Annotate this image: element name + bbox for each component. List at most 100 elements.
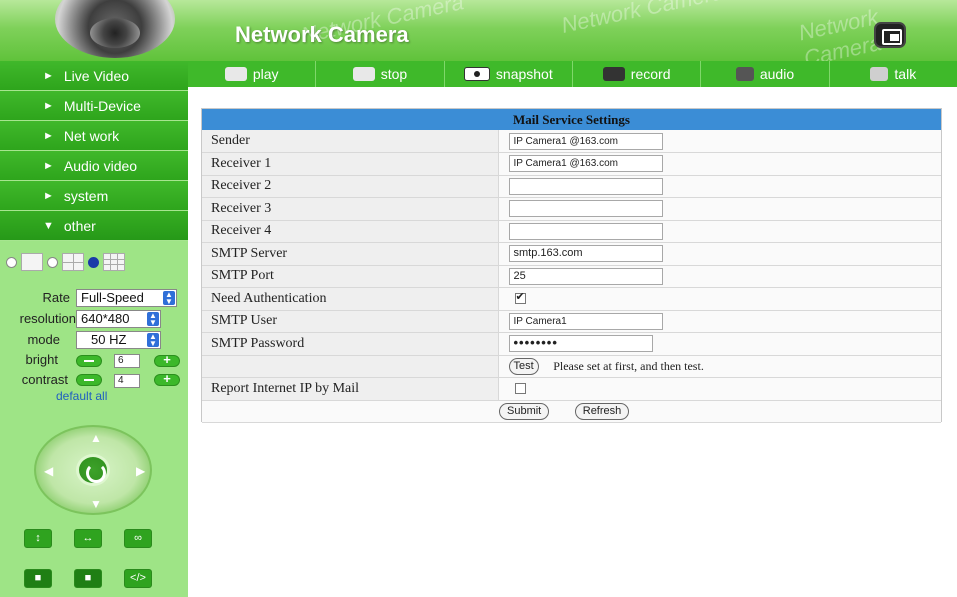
receiver-1-input[interactable]: IP Camera1 @163.com xyxy=(508,155,663,173)
smtp-password-label: SMTP Password xyxy=(202,332,499,356)
ptz-control-pad[interactable]: ▲ ▼ ◀ ▶ xyxy=(34,425,152,515)
view-layout-selector xyxy=(6,251,184,273)
smtp-user-input[interactable]: IP Camera1 xyxy=(508,312,663,330)
report-ip-checkbox[interactable] xyxy=(514,383,526,395)
ptz-right-icon[interactable]: ▶ xyxy=(136,464,145,478)
resolution-select[interactable]: 640*480 ▲ ▼ xyxy=(76,310,161,328)
horizontal-flip-button[interactable]: ↔ xyxy=(74,529,102,548)
arrow-right-icon: ► xyxy=(43,69,54,82)
receiver-3-label: Receiver 3 xyxy=(202,197,499,221)
receiver-2-label: Receiver 2 xyxy=(202,175,499,198)
smtp-port-input[interactable]: 25 xyxy=(508,267,663,285)
sender-label: Sender xyxy=(202,130,499,153)
layout-1-radio[interactable] xyxy=(6,256,17,268)
video-toolbar: play stop snapshot record audio talk xyxy=(188,61,957,87)
layout-9-radio[interactable] xyxy=(88,256,99,268)
talk-icon xyxy=(870,67,889,81)
header-banner: Network Camera Network Camera Network Ca… xyxy=(0,0,957,62)
talk-button[interactable]: talk xyxy=(830,61,957,87)
record-icon xyxy=(602,67,625,81)
table-row: Receiver 4 xyxy=(202,220,941,243)
resolution-label: resolution xyxy=(19,311,76,326)
fullscreen-icon[interactable] xyxy=(874,22,906,48)
table-row: SMTP Password •••••••• xyxy=(202,332,941,356)
quad-view-icon xyxy=(62,253,84,271)
receiver-4-label: Receiver 4 xyxy=(202,220,499,243)
mode-label: mode xyxy=(27,332,60,347)
bright-increase-button[interactable] xyxy=(154,352,180,367)
nine-view-icon xyxy=(103,253,125,271)
bright-value[interactable]: 6 xyxy=(114,354,140,368)
arrow-right-icon: ► xyxy=(43,159,54,172)
ptz-center-icon[interactable] xyxy=(76,454,110,486)
contrast-increase-button[interactable] xyxy=(154,371,180,386)
mail-settings-panel: Mail Service Settings Sender IP Camera1 … xyxy=(201,108,942,423)
audio-icon xyxy=(735,67,754,81)
vertical-flip-button[interactable]: ↕ xyxy=(24,529,52,548)
table-row: Report Internet IP by Mail xyxy=(202,377,941,401)
table-row: Receiver 3 xyxy=(202,197,941,221)
arrow-right-icon: ► xyxy=(43,99,54,112)
table-row: SMTP Port 25 xyxy=(202,265,941,288)
sidebar-item-multi-device[interactable]: ► Multi-Device xyxy=(0,91,188,121)
receiver-2-input[interactable] xyxy=(508,177,663,195)
audio-button[interactable]: audio xyxy=(701,61,830,87)
smtp-port-label: SMTP Port xyxy=(202,265,499,288)
need-auth-checkbox[interactable] xyxy=(514,290,526,305)
single-view-icon xyxy=(21,253,43,271)
bright-label: bright xyxy=(25,352,58,367)
ptz-down-icon[interactable]: ▼ xyxy=(90,497,102,511)
sidebar-item-other[interactable]: ▼ other xyxy=(0,211,188,241)
bright-decrease-button[interactable] xyxy=(76,355,102,367)
table-row: SMTP User IP Camera1 xyxy=(202,310,941,333)
arrow-right-icon: ► xyxy=(43,129,54,142)
record-button[interactable]: record xyxy=(573,61,702,87)
io-button[interactable]: </> xyxy=(124,569,152,588)
app-title: Network Camera xyxy=(235,22,409,47)
ptz-left-icon[interactable]: ◀ xyxy=(44,464,53,478)
table-row: Test Please set at first, and then test. xyxy=(202,355,941,378)
table-row: Receiver 2 xyxy=(202,175,941,198)
table-row: SMTP Server smtp.163.com xyxy=(202,242,941,266)
spinner-icon: ▲ ▼ xyxy=(147,312,159,327)
smtp-password-input[interactable]: •••••••• xyxy=(508,335,653,353)
sender-input[interactable]: IP Camera1 @163.com xyxy=(508,132,663,150)
arrow-down-icon: ▼ xyxy=(43,219,54,232)
play-icon xyxy=(224,67,247,81)
sidebar-item-live-video[interactable]: ► Live Video xyxy=(0,61,188,91)
ptz-up-icon[interactable]: ▲ xyxy=(90,431,102,445)
receiver-1-label: Receiver 1 xyxy=(202,152,499,176)
table-row: Sender IP Camera1 @163.com xyxy=(202,130,941,153)
test-hint-text: Please set at first, and then test. xyxy=(553,358,704,373)
table-row: Submit Refresh xyxy=(202,400,941,423)
receiver-4-input[interactable] xyxy=(508,222,663,240)
patrol-button[interactable]: ∞ xyxy=(124,529,152,548)
mode-select[interactable]: 50 HZ ▲ ▼ xyxy=(76,331,161,349)
contrast-decrease-button[interactable] xyxy=(76,374,102,386)
table-row: Receiver 1 IP Camera1 @163.com xyxy=(202,152,941,176)
refresh-button[interactable]: Refresh xyxy=(574,402,630,420)
camera-logo xyxy=(55,0,175,58)
contrast-value[interactable]: 4 xyxy=(114,374,140,388)
receiver-3-input[interactable] xyxy=(508,200,663,218)
play-button[interactable]: play xyxy=(188,61,317,87)
snapshot-icon xyxy=(463,67,490,81)
sidebar: ► Live Video ► Multi-Device ► Net work ► Aud… xyxy=(0,61,188,597)
table-row: Need Authentication xyxy=(202,287,941,311)
stop-cruise-button[interactable]: ■ xyxy=(24,569,52,588)
sidebar-item-system[interactable]: ► system xyxy=(0,181,188,211)
snapshot-button[interactable]: snapshot xyxy=(445,61,573,87)
layout-4-radio[interactable] xyxy=(47,256,58,268)
smtp-server-input[interactable]: smtp.163.com xyxy=(508,245,663,263)
stop-patrol-button[interactable]: ■ xyxy=(74,569,102,588)
test-button[interactable]: Test xyxy=(508,357,539,375)
rate-select[interactable]: Full-Speed ▲ ▼ xyxy=(76,289,177,307)
default-all-link[interactable]: default all xyxy=(56,389,107,403)
stop-button[interactable]: stop xyxy=(316,61,445,87)
spinner-icon: ▲ ▼ xyxy=(147,333,159,348)
sidebar-item-network[interactable]: ► Net work xyxy=(0,121,188,151)
mail-settings-table: Sender IP Camera1 @163.com Receiver 1 IP… xyxy=(202,130,941,423)
need-auth-label: Need Authentication xyxy=(202,287,499,311)
submit-button[interactable]: Submit xyxy=(499,402,550,420)
sidebar-item-audio-video[interactable]: ► Audio video xyxy=(0,151,188,181)
